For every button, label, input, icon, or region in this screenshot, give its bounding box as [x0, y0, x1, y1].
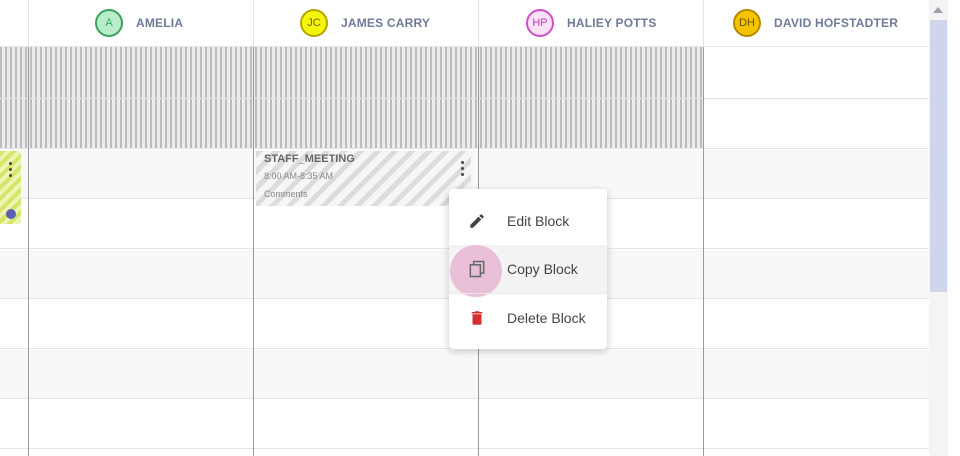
row-divider [0, 398, 929, 399]
time-row [0, 350, 929, 399]
column-header-haliey-potts[interactable]: HP HALIEY POTTS [479, 0, 703, 46]
block-time: 8:00 AM-8:35 AM [264, 171, 334, 181]
row-divider [0, 448, 929, 449]
avatar: JC [300, 9, 328, 37]
staff-header: A AMELIA JC JAMES CARRY HP HALIEY POTTS … [0, 0, 929, 47]
staff-name: HALIEY POTTS [567, 16, 657, 30]
avatar: HP [526, 9, 554, 37]
scroll-up-arrow-icon[interactable] [933, 7, 943, 13]
column-divider [253, 0, 254, 456]
more-options-icon[interactable] [461, 161, 465, 179]
block-context-menu: Edit Block Copy Block Delete Block [449, 189, 607, 349]
delete-block-menu-item[interactable]: Delete Block [449, 294, 607, 342]
trash-icon [467, 308, 487, 328]
pencil-icon [467, 211, 487, 231]
header-divider [28, 0, 29, 46]
scrollbar-thumb[interactable] [930, 20, 947, 292]
menu-item-label: Delete Block [507, 310, 586, 326]
staff-name: AMELIA [136, 16, 184, 30]
block-title: STAFF_MEETING [264, 153, 355, 165]
copy-block-menu-item[interactable]: Copy Block [449, 245, 607, 297]
menu-item-label: Edit Block [507, 213, 570, 229]
staff-name: DAVID HOFSTADTER [774, 16, 899, 30]
avatar-initials: JC [307, 17, 321, 29]
more-options-icon[interactable] [9, 162, 13, 180]
column-header-david-hofstadter[interactable]: DH DAVID HOFSTADTER [704, 0, 929, 46]
menu-item-label: Copy Block [507, 261, 578, 277]
avatar: A [95, 9, 123, 37]
staff-name: JAMES CARRY [341, 16, 431, 30]
staff-meeting-block[interactable]: STAFF_MEETING 8:00 AM-8:35 AM Comments [256, 151, 471, 206]
column-divider [28, 0, 29, 456]
column-divider [703, 0, 704, 456]
row-divider [0, 98, 929, 99]
status-dot [6, 209, 16, 219]
block-comments: Comments [264, 189, 308, 199]
row-divider [0, 148, 929, 149]
edit-block-menu-item[interactable]: Edit Block [449, 197, 607, 245]
avatar: DH [733, 9, 761, 37]
avatar-initials: A [105, 17, 113, 29]
copy-icon [467, 259, 487, 279]
avatar-initials: HP [532, 17, 548, 29]
column-header-james-carry[interactable]: JC JAMES CARRY [254, 0, 478, 46]
column-header-amelia[interactable]: A AMELIA [50, 0, 253, 46]
avatar-initials: DH [739, 17, 755, 29]
